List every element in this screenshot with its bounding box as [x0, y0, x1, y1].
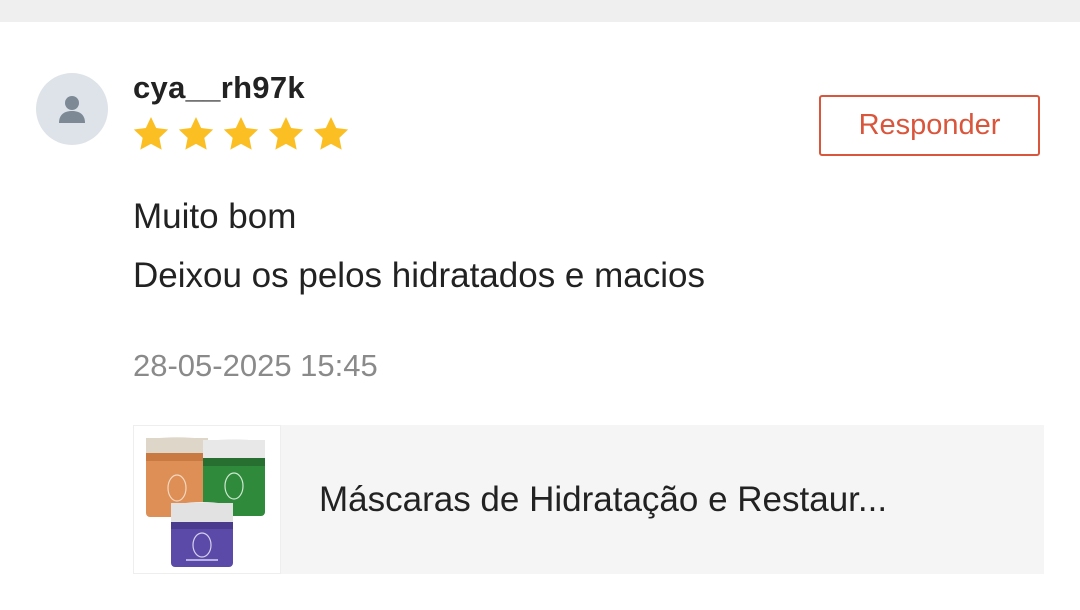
top-divider [0, 0, 1080, 22]
star-icon [223, 117, 259, 150]
star-icon [133, 117, 169, 150]
product-title: Máscaras de Hidratação e Restaur... [319, 480, 888, 519]
review-comment-line: Muito bom [133, 197, 297, 236]
star-icon [178, 117, 214, 150]
reply-button[interactable]: Responder [819, 95, 1040, 156]
review-item: cya__rh97k Responder Muito bom Deixou os… [0, 22, 1080, 610]
review-timestamp: 28-05-2025 15:45 [133, 348, 378, 383]
star-icon [268, 117, 304, 150]
user-icon [59, 96, 85, 123]
product-card[interactable]: Máscaras de Hidratação e Restaur... [133, 425, 1044, 574]
product-jars-image [146, 437, 265, 567]
review-comment-line: Deixou os pelos hidratados e macios [133, 256, 705, 295]
review-username: cya__rh97k [133, 70, 305, 105]
rating-stars [131, 114, 351, 154]
product-thumbnail [133, 425, 281, 574]
avatar[interactable] [36, 73, 108, 145]
star-icon [313, 117, 349, 150]
